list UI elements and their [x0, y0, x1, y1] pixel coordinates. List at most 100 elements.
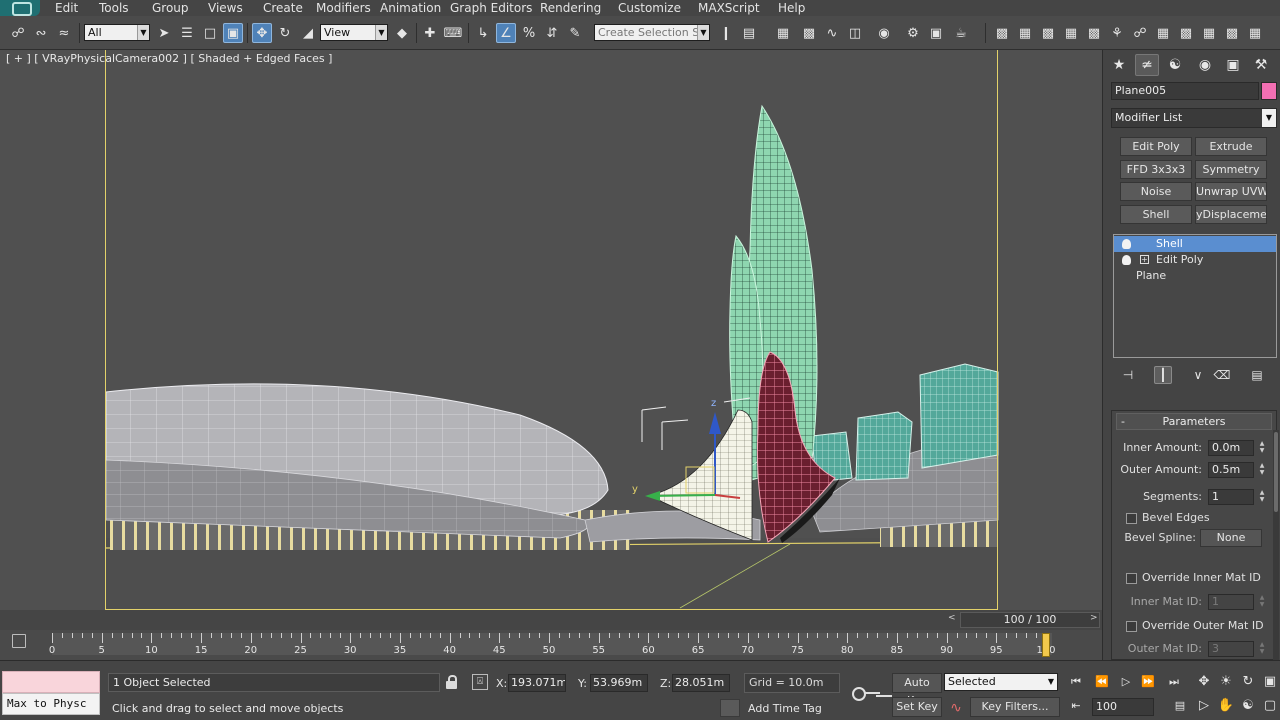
maxscript-output[interactable]: [2, 671, 100, 693]
y-coordinate-field[interactable]: 53.969m: [590, 674, 648, 692]
rendered-frame-window-icon[interactable]: ▣: [926, 23, 946, 43]
vray-tool-9-icon[interactable]: ▩: [1176, 23, 1196, 43]
configure-modifier-sets-icon[interactable]: ▤: [1248, 366, 1266, 384]
segments-spinner[interactable]: ▲ ▼: [1258, 489, 1266, 505]
modifier-shell-button[interactable]: Shell: [1120, 205, 1192, 224]
set-key-icon[interactable]: [852, 683, 882, 703]
default-tangent-icon[interactable]: ∿: [946, 699, 966, 717]
modifier-symmetry-button[interactable]: Symmetry: [1195, 160, 1267, 179]
menu-create[interactable]: Create: [263, 0, 303, 16]
named-selection-sets-dropdown[interactable]: Create Selection Se ▼: [594, 24, 710, 41]
select-by-name-icon[interactable]: ☰: [177, 23, 197, 43]
bevel-edges-checkbox[interactable]: [1126, 513, 1137, 524]
time-slider-thumb[interactable]: 100 / 100: [960, 612, 1100, 628]
current-frame-field[interactable]: 100: [1092, 698, 1154, 716]
go-to-end-icon[interactable]: ⏭: [1164, 673, 1184, 691]
manipulate-icon[interactable]: ✚: [420, 23, 440, 43]
stack-item-shell[interactable]: Shell: [1114, 236, 1276, 252]
motion-tab-icon[interactable]: ◉: [1193, 54, 1217, 76]
create-tab-icon[interactable]: ★: [1107, 54, 1131, 76]
vray-tool-3-icon[interactable]: ▩: [1038, 23, 1058, 43]
inner-mat-id-field[interactable]: 1: [1208, 594, 1254, 610]
x-coordinate-field[interactable]: 193.071m: [508, 674, 566, 692]
time-slider-prev-button[interactable]: <: [948, 613, 956, 623]
inner-amount-spinner[interactable]: ▲ ▼: [1258, 440, 1266, 456]
link-icon[interactable]: ☍: [8, 23, 28, 43]
set-key-button[interactable]: Set Key: [892, 697, 942, 717]
layer-manager-icon[interactable]: ▦: [773, 23, 793, 43]
menu-group[interactable]: Group: [152, 0, 189, 16]
segments-field[interactable]: 1: [1208, 489, 1254, 505]
object-name-field[interactable]: Plane005: [1111, 82, 1259, 100]
vray-tool-11-icon[interactable]: ▩: [1222, 23, 1242, 43]
menu-maxscript[interactable]: MAXScript: [698, 0, 760, 16]
window-crossing-icon[interactable]: ▣: [223, 23, 243, 43]
modifier-ffd-button[interactable]: FFD 3x3x3: [1120, 160, 1192, 179]
maximize-viewport-icon[interactable]: ▢: [1260, 697, 1280, 715]
menu-animation[interactable]: Animation: [380, 0, 441, 16]
key-filters-button[interactable]: Key Filters...: [970, 697, 1060, 717]
vray-tool-6-icon[interactable]: ⚘: [1107, 23, 1127, 43]
parameters-rollout-header[interactable]: - Parameters: [1116, 413, 1272, 430]
selection-filter-dropdown[interactable]: All ▼: [84, 24, 150, 41]
field-of-view-icon[interactable]: ▷: [1194, 697, 1214, 715]
vray-tool-2-icon[interactable]: ▦: [1015, 23, 1035, 43]
menu-tools[interactable]: Tools: [99, 0, 129, 16]
outer-mat-id-spinner[interactable]: ▲ ▼: [1258, 641, 1266, 657]
menu-rendering[interactable]: Rendering: [540, 0, 601, 16]
time-tag-icon[interactable]: [720, 699, 740, 717]
menu-views[interactable]: Views: [208, 0, 243, 16]
key-mode-dropdown[interactable]: Selected ▼: [944, 673, 1058, 691]
material-editor-icon[interactable]: ◉: [874, 23, 894, 43]
vray-tool-7-icon[interactable]: ☍: [1130, 23, 1150, 43]
zoom-extents-icon[interactable]: ▣: [1260, 673, 1280, 691]
hierarchy-tab-icon[interactable]: ☯: [1163, 54, 1187, 76]
previous-frame-icon[interactable]: ⏪: [1092, 673, 1112, 691]
lightbulb-icon[interactable]: [1122, 239, 1131, 249]
time-slider[interactable]: < 100 / 100 >: [0, 610, 1102, 630]
add-time-tag-button[interactable]: Add Time Tag: [744, 699, 840, 719]
select-and-scale-icon[interactable]: ◢: [298, 23, 318, 43]
make-unique-icon[interactable]: ∨: [1189, 366, 1207, 384]
go-to-start-icon[interactable]: ⏮: [1066, 673, 1086, 691]
select-object-icon[interactable]: ➤: [154, 23, 174, 43]
align-icon[interactable]: ▤: [739, 23, 759, 43]
camera-viewport[interactable]: z y [ + ] [ VRayPhysicalCamera002 ] [ Sh…: [0, 50, 1102, 610]
override-inner-mat-checkbox[interactable]: [1126, 573, 1137, 584]
unlink-icon[interactable]: ∾: [31, 23, 51, 43]
pivot-center-icon[interactable]: ◆: [392, 23, 412, 43]
modifier-noise-button[interactable]: Noise: [1120, 182, 1192, 201]
bind-space-warp-icon[interactable]: ≈: [54, 23, 74, 43]
outer-amount-field[interactable]: 0.5m: [1208, 462, 1254, 478]
stack-item-edit-poly[interactable]: + Edit Poly: [1114, 252, 1276, 268]
modifier-displacement-button[interactable]: yDisplacement: [1195, 205, 1267, 224]
vray-tool-8-icon[interactable]: ▦: [1153, 23, 1173, 43]
curve-editor-icon[interactable]: ∿: [822, 23, 842, 43]
override-outer-mat-checkbox[interactable]: [1126, 621, 1137, 632]
bevel-spline-button[interactable]: None: [1200, 529, 1262, 547]
maxscript-input[interactable]: Max to Physc: [2, 693, 100, 715]
vray-tool-1-icon[interactable]: ▩: [992, 23, 1012, 43]
object-color-swatch[interactable]: [1261, 82, 1277, 100]
track-ruler[interactable]: 0510152025303540455055606570758085909510…: [49, 633, 1056, 656]
keyboard-shortcut-override-icon[interactable]: ⌨: [443, 23, 463, 43]
expand-plus-icon[interactable]: +: [1140, 255, 1149, 264]
display-tab-icon[interactable]: ▣: [1221, 54, 1245, 76]
orbit-camera-icon[interactable]: ☯: [1238, 697, 1258, 715]
time-slider-next-button[interactable]: >: [1090, 613, 1098, 623]
modifier-edit-poly-button[interactable]: Edit Poly: [1120, 137, 1192, 156]
snaps-toggle-icon[interactable]: ↳: [473, 23, 493, 43]
pan-hand-icon[interactable]: ✋: [1216, 697, 1236, 715]
z-coordinate-field[interactable]: 28.051m: [672, 674, 730, 692]
absolute-mode-icon[interactable]: ⍓: [472, 674, 488, 690]
modify-tab-icon[interactable]: ≄: [1135, 54, 1159, 76]
vray-tool-4-icon[interactable]: ▦: [1061, 23, 1081, 43]
schematic-view-icon[interactable]: ◫: [845, 23, 865, 43]
current-frame-marker[interactable]: [1042, 633, 1050, 657]
menu-help[interactable]: Help: [778, 0, 805, 16]
inner-mat-id-spinner[interactable]: ▲ ▼: [1258, 594, 1266, 610]
outer-mat-id-field[interactable]: 3: [1208, 641, 1254, 657]
select-and-rotate-icon[interactable]: ↻: [275, 23, 295, 43]
vray-tool-12-icon[interactable]: ▦: [1245, 23, 1265, 43]
menu-graph-editors[interactable]: Graph Editors: [450, 0, 532, 16]
